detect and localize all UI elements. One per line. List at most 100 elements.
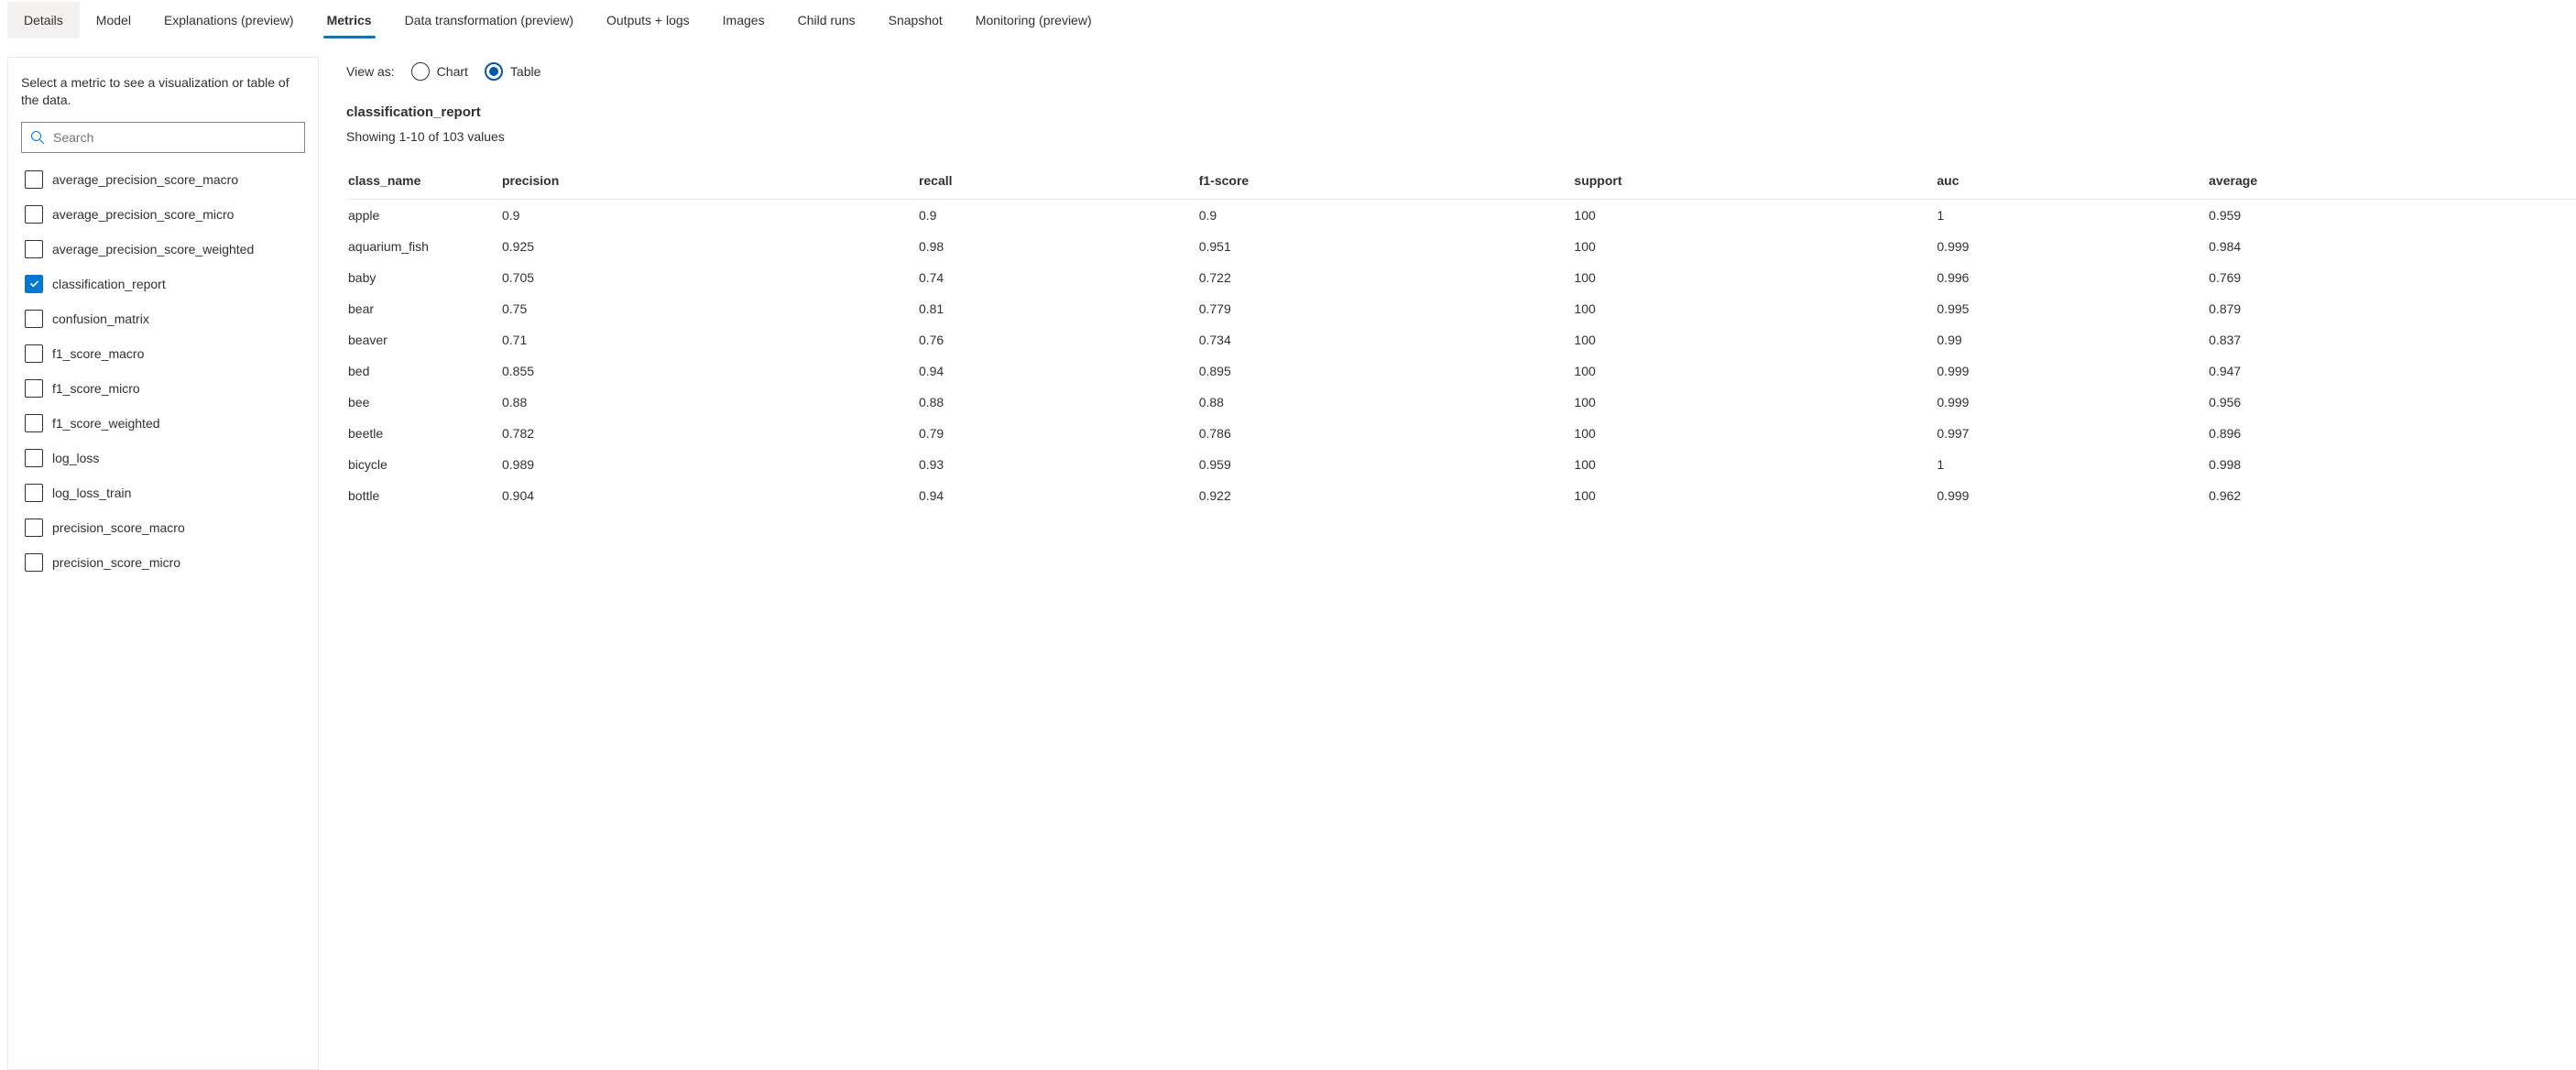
view-as-label: View as: (346, 64, 395, 79)
checkbox-icon[interactable] (25, 553, 43, 572)
cell-precision: 0.925 (502, 231, 919, 262)
col-support[interactable]: support (1574, 164, 1937, 200)
metric-item-f1_score_weighted[interactable]: f1_score_weighted (21, 406, 300, 441)
checkbox-icon[interactable] (25, 310, 43, 328)
metric-item-log_loss[interactable]: log_loss (21, 441, 300, 475)
table-row: beaver0.710.760.7341000.990.837 (346, 324, 2576, 355)
tab-images[interactable]: Images (706, 2, 781, 38)
metric-label: f1_score_weighted (52, 416, 160, 431)
metric-label: average_precision_score_macro (52, 172, 238, 187)
metric-label: log_loss_train (52, 486, 131, 500)
cell-class_name: bicycle (346, 449, 502, 480)
metric-item-f1_score_macro[interactable]: f1_score_macro (21, 336, 300, 371)
tab-monitoring-preview-[interactable]: Monitoring (preview) (959, 2, 1108, 38)
metric-label: confusion_matrix (52, 311, 149, 326)
cell-class_name: baby (346, 262, 502, 293)
view-as-row: View as: Chart Table (346, 62, 2576, 81)
checkbox-icon[interactable] (25, 484, 43, 502)
checkbox-icon[interactable] (25, 344, 43, 363)
col-average[interactable]: average (2209, 164, 2576, 200)
metric-label: average_precision_score_weighted (52, 242, 254, 257)
metric-item-average_precision_score_macro[interactable]: average_precision_score_macro (21, 162, 300, 197)
table-row: bear0.750.810.7791000.9950.879 (346, 293, 2576, 324)
metric-item-confusion_matrix[interactable]: confusion_matrix (21, 301, 300, 336)
cell-f1: 0.922 (1199, 480, 1575, 511)
table-row: aquarium_fish0.9250.980.9511000.9990.984 (346, 231, 2576, 262)
table-row: bicycle0.9890.930.95910010.998 (346, 449, 2576, 480)
cell-support: 100 (1574, 449, 1937, 480)
search-icon (30, 130, 45, 145)
checkbox-icon[interactable] (25, 414, 43, 432)
metric-label: precision_score_macro (52, 520, 185, 535)
checkbox-icon[interactable] (25, 240, 43, 258)
metric-item-average_precision_score_weighted[interactable]: average_precision_score_weighted (21, 232, 300, 267)
metric-label: f1_score_micro (52, 381, 140, 396)
checkbox-icon[interactable] (25, 519, 43, 537)
col-precision[interactable]: precision (502, 164, 919, 200)
checkbox-icon[interactable] (25, 449, 43, 467)
col-auc[interactable]: auc (1937, 164, 2209, 200)
cell-avg: 0.769 (2209, 262, 2576, 293)
cell-support: 100 (1574, 480, 1937, 511)
metric-item-precision_score_macro[interactable]: precision_score_macro (21, 510, 300, 545)
col-f1-score[interactable]: f1-score (1199, 164, 1575, 200)
tab-explanations-preview-[interactable]: Explanations (preview) (147, 2, 311, 38)
cell-precision: 0.989 (502, 449, 919, 480)
cell-support: 100 (1574, 262, 1937, 293)
cell-class_name: bee (346, 387, 502, 418)
table-row: apple0.90.90.910010.959 (346, 200, 2576, 232)
search-wrap (21, 122, 305, 153)
metric-label: precision_score_micro (52, 555, 180, 570)
cell-recall: 0.74 (919, 262, 1199, 293)
cell-class_name: beaver (346, 324, 502, 355)
cell-f1: 0.895 (1199, 355, 1575, 387)
cell-support: 100 (1574, 293, 1937, 324)
cell-recall: 0.79 (919, 418, 1199, 449)
cell-precision: 0.88 (502, 387, 919, 418)
metric-label: classification_report (52, 277, 166, 291)
col-class_name[interactable]: class_name (346, 164, 502, 200)
metric-item-precision_score_micro[interactable]: precision_score_micro (21, 545, 300, 580)
view-chart-option[interactable]: Chart (411, 62, 468, 81)
cell-f1: 0.88 (1199, 387, 1575, 418)
cell-avg: 0.896 (2209, 418, 2576, 449)
tab-details[interactable]: Details (7, 2, 80, 38)
cell-precision: 0.75 (502, 293, 919, 324)
radio-label: Table (510, 64, 540, 79)
radio-icon (411, 62, 430, 81)
tab-snapshot[interactable]: Snapshot (872, 2, 959, 38)
metric-item-f1_score_micro[interactable]: f1_score_micro (21, 371, 300, 406)
search-input[interactable] (21, 122, 305, 153)
tab-data-transformation-preview-[interactable]: Data transformation (preview) (388, 2, 590, 38)
metric-list[interactable]: average_precision_score_macro average_pre… (21, 162, 305, 580)
cell-f1: 0.959 (1199, 449, 1575, 480)
cell-auc: 0.995 (1937, 293, 2209, 324)
checkbox-icon[interactable] (25, 170, 43, 189)
cell-precision: 0.9 (502, 200, 919, 232)
cell-recall: 0.81 (919, 293, 1199, 324)
table-row: bed0.8550.940.8951000.9990.947 (346, 355, 2576, 387)
cell-avg: 0.947 (2209, 355, 2576, 387)
checkbox-icon[interactable] (25, 205, 43, 224)
metric-item-average_precision_score_micro[interactable]: average_precision_score_micro (21, 197, 300, 232)
table-row: bottle0.9040.940.9221000.9990.962 (346, 480, 2576, 511)
view-table-option[interactable]: Table (485, 62, 540, 81)
cell-support: 100 (1574, 355, 1937, 387)
metric-item-log_loss_train[interactable]: log_loss_train (21, 475, 300, 510)
metric-label: log_loss (52, 451, 99, 465)
tab-outputs-logs[interactable]: Outputs + logs (590, 2, 706, 38)
radio-icon (485, 62, 503, 81)
cell-class_name: aquarium_fish (346, 231, 502, 262)
checkbox-icon[interactable] (25, 275, 43, 293)
table-scroll[interactable]: class_nameprecisionrecallf1-scoresupport… (346, 164, 2576, 511)
tab-model[interactable]: Model (80, 2, 147, 38)
tab-metrics[interactable]: Metrics (311, 2, 388, 38)
checkbox-icon[interactable] (25, 379, 43, 398)
cell-avg: 0.959 (2209, 200, 2576, 232)
cell-f1: 0.786 (1199, 418, 1575, 449)
metric-item-classification_report[interactable]: classification_report (21, 267, 300, 301)
tab-child-runs[interactable]: Child runs (781, 2, 872, 38)
layout: Select a metric to see a visualization o… (0, 40, 2576, 1070)
col-recall[interactable]: recall (919, 164, 1199, 200)
cell-f1: 0.951 (1199, 231, 1575, 262)
